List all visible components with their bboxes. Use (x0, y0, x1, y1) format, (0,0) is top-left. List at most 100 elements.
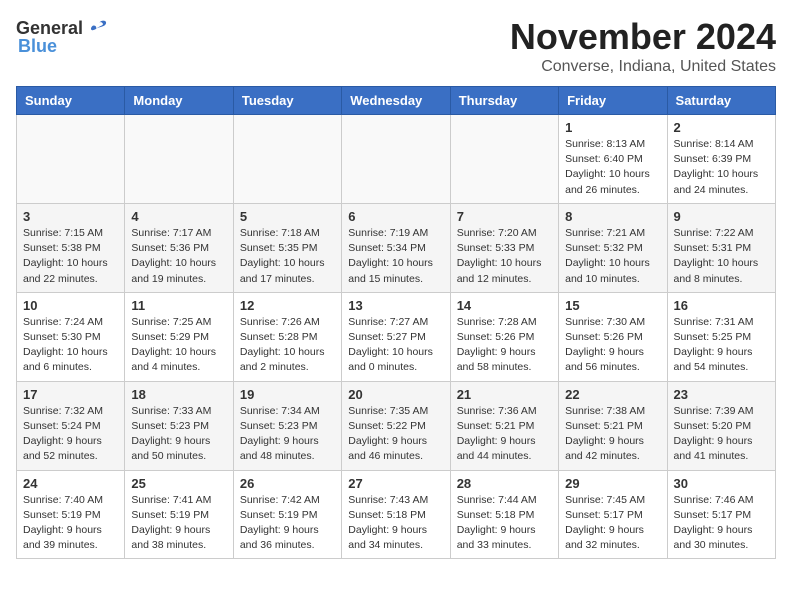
day-info: Sunrise: 7:30 AM Sunset: 5:26 PM Dayligh… (565, 315, 660, 376)
calendar-header-monday: Monday (125, 87, 233, 115)
day-number: 28 (457, 476, 552, 491)
day-number: 25 (131, 476, 226, 491)
day-number: 2 (674, 120, 769, 135)
day-number: 16 (674, 298, 769, 313)
day-info: Sunrise: 7:20 AM Sunset: 5:33 PM Dayligh… (457, 226, 552, 287)
day-info: Sunrise: 7:21 AM Sunset: 5:32 PM Dayligh… (565, 226, 660, 287)
calendar-cell: 26 Sunrise: 7:42 AM Sunset: 5:19 PM Dayli… (233, 470, 341, 559)
calendar-cell: 28 Sunrise: 7:44 AM Sunset: 5:18 PM Dayli… (450, 470, 558, 559)
day-number: 11 (131, 298, 226, 313)
calendar-cell (342, 115, 450, 204)
calendar-cell: 23 Sunrise: 7:39 AM Sunset: 5:20 PM Dayli… (667, 381, 775, 470)
day-number: 29 (565, 476, 660, 491)
calendar-table: SundayMondayTuesdayWednesdayThursdayFrid… (16, 86, 776, 559)
day-info: Sunrise: 8:14 AM Sunset: 6:39 PM Dayligh… (674, 137, 769, 198)
day-number: 23 (674, 387, 769, 402)
day-number: 17 (23, 387, 118, 402)
day-number: 10 (23, 298, 118, 313)
day-info: Sunrise: 7:26 AM Sunset: 5:28 PM Dayligh… (240, 315, 335, 376)
calendar-cell: 9Sunrise: 7:22 AM Sunset: 5:31 PM Daylig… (667, 203, 775, 292)
day-number: 22 (565, 387, 660, 402)
calendar-cell (17, 115, 125, 204)
day-info: Sunrise: 7:19 AM Sunset: 5:34 PM Dayligh… (348, 226, 443, 287)
calendar-cell: 15Sunrise: 7:30 AM Sunset: 5:26 PM Dayli… (559, 292, 667, 381)
day-info: Sunrise: 7:42 AM Sunset: 5:19 PM Dayligh… (240, 493, 335, 554)
calendar-week-row: 10 Sunrise: 7:24 AM Sunset: 5:30 PM Dayli… (17, 292, 776, 381)
day-number: 13 (348, 298, 443, 313)
day-number: 5 (240, 209, 335, 224)
title-block: November 2024 Converse, Indiana, United … (510, 16, 776, 76)
calendar-cell: 27 Sunrise: 7:43 AM Sunset: 5:18 PM Dayli… (342, 470, 450, 559)
calendar-cell: 17 Sunrise: 7:32 AM Sunset: 5:24 PM Dayli… (17, 381, 125, 470)
logo: General Blue (16, 16, 109, 57)
calendar-cell: 13 Sunrise: 7:27 AM Sunset: 5:27 PM Dayli… (342, 292, 450, 381)
calendar-cell: 1Sunrise: 8:13 AM Sunset: 6:40 PM Daylig… (559, 115, 667, 204)
day-info: Sunrise: 7:38 AM Sunset: 5:21 PM Dayligh… (565, 404, 660, 465)
calendar-cell: 3 Sunrise: 7:15 AM Sunset: 5:38 PM Daylig… (17, 203, 125, 292)
calendar-cell: 2 Sunrise: 8:14 AM Sunset: 6:39 PM Daylig… (667, 115, 775, 204)
calendar-cell: 5Sunrise: 7:18 AM Sunset: 5:35 PM Daylig… (233, 203, 341, 292)
calendar-cell: 20 Sunrise: 7:35 AM Sunset: 5:22 PM Dayli… (342, 381, 450, 470)
calendar-cell: 12 Sunrise: 7:26 AM Sunset: 5:28 PM Dayli… (233, 292, 341, 381)
logo-blue-text: Blue (18, 36, 57, 57)
day-number: 26 (240, 476, 335, 491)
day-info: Sunrise: 7:35 AM Sunset: 5:22 PM Dayligh… (348, 404, 443, 465)
calendar-week-row: 17 Sunrise: 7:32 AM Sunset: 5:24 PM Dayli… (17, 381, 776, 470)
day-info: Sunrise: 7:46 AM Sunset: 5:17 PM Dayligh… (674, 493, 769, 554)
page-header: General Blue November 2024 Converse, Ind… (16, 16, 776, 76)
day-info: Sunrise: 7:41 AM Sunset: 5:19 PM Dayligh… (131, 493, 226, 554)
day-info: Sunrise: 7:33 AM Sunset: 5:23 PM Dayligh… (131, 404, 226, 465)
day-info: Sunrise: 7:27 AM Sunset: 5:27 PM Dayligh… (348, 315, 443, 376)
calendar-header-thursday: Thursday (450, 87, 558, 115)
day-number: 30 (674, 476, 769, 491)
calendar-cell (450, 115, 558, 204)
day-info: Sunrise: 7:17 AM Sunset: 5:36 PM Dayligh… (131, 226, 226, 287)
day-number: 12 (240, 298, 335, 313)
calendar-cell: 24 Sunrise: 7:40 AM Sunset: 5:19 PM Dayli… (17, 470, 125, 559)
day-number: 21 (457, 387, 552, 402)
calendar-cell: 14 Sunrise: 7:28 AM Sunset: 5:26 PM Dayli… (450, 292, 558, 381)
day-number: 9 (674, 209, 769, 224)
calendar-cell: 29 Sunrise: 7:45 AM Sunset: 5:17 PM Dayli… (559, 470, 667, 559)
day-info: Sunrise: 7:24 AM Sunset: 5:30 PM Dayligh… (23, 315, 118, 376)
day-info: Sunrise: 7:40 AM Sunset: 5:19 PM Dayligh… (23, 493, 118, 554)
day-info: Sunrise: 7:39 AM Sunset: 5:20 PM Dayligh… (674, 404, 769, 465)
logo-bird-icon (85, 16, 109, 40)
day-number: 18 (131, 387, 226, 402)
day-info: Sunrise: 7:34 AM Sunset: 5:23 PM Dayligh… (240, 404, 335, 465)
calendar-header-tuesday: Tuesday (233, 87, 341, 115)
calendar-cell: 6Sunrise: 7:19 AM Sunset: 5:34 PM Daylig… (342, 203, 450, 292)
day-info: Sunrise: 7:32 AM Sunset: 5:24 PM Dayligh… (23, 404, 118, 465)
day-number: 4 (131, 209, 226, 224)
day-number: 19 (240, 387, 335, 402)
calendar-header-wednesday: Wednesday (342, 87, 450, 115)
calendar-cell: 25 Sunrise: 7:41 AM Sunset: 5:19 PM Dayli… (125, 470, 233, 559)
day-info: Sunrise: 7:45 AM Sunset: 5:17 PM Dayligh… (565, 493, 660, 554)
calendar-cell: 8Sunrise: 7:21 AM Sunset: 5:32 PM Daylig… (559, 203, 667, 292)
calendar-cell: 21 Sunrise: 7:36 AM Sunset: 5:21 PM Dayli… (450, 381, 558, 470)
calendar-cell: 18 Sunrise: 7:33 AM Sunset: 5:23 PM Dayli… (125, 381, 233, 470)
day-number: 14 (457, 298, 552, 313)
calendar-week-row: 24 Sunrise: 7:40 AM Sunset: 5:19 PM Dayli… (17, 470, 776, 559)
day-number: 20 (348, 387, 443, 402)
day-number: 3 (23, 209, 118, 224)
day-info: Sunrise: 7:25 AM Sunset: 5:29 PM Dayligh… (131, 315, 226, 376)
calendar-cell: 22 Sunrise: 7:38 AM Sunset: 5:21 PM Dayli… (559, 381, 667, 470)
day-info: Sunrise: 7:28 AM Sunset: 5:26 PM Dayligh… (457, 315, 552, 376)
day-number: 27 (348, 476, 443, 491)
day-info: Sunrise: 7:15 AM Sunset: 5:38 PM Dayligh… (23, 226, 118, 287)
day-info: Sunrise: 8:13 AM Sunset: 6:40 PM Dayligh… (565, 137, 660, 198)
day-number: 24 (23, 476, 118, 491)
calendar-cell: 10 Sunrise: 7:24 AM Sunset: 5:30 PM Dayli… (17, 292, 125, 381)
calendar-cell (125, 115, 233, 204)
calendar-cell: 30 Sunrise: 7:46 AM Sunset: 5:17 PM Dayli… (667, 470, 775, 559)
calendar-header-friday: Friday (559, 87, 667, 115)
calendar-header-saturday: Saturday (667, 87, 775, 115)
calendar-header-row: SundayMondayTuesdayWednesdayThursdayFrid… (17, 87, 776, 115)
calendar-header-sunday: Sunday (17, 87, 125, 115)
calendar-cell: 16Sunrise: 7:31 AM Sunset: 5:25 PM Dayli… (667, 292, 775, 381)
day-info: Sunrise: 7:44 AM Sunset: 5:18 PM Dayligh… (457, 493, 552, 554)
day-info: Sunrise: 7:43 AM Sunset: 5:18 PM Dayligh… (348, 493, 443, 554)
day-info: Sunrise: 7:36 AM Sunset: 5:21 PM Dayligh… (457, 404, 552, 465)
location: Converse, Indiana, United States (510, 58, 776, 76)
